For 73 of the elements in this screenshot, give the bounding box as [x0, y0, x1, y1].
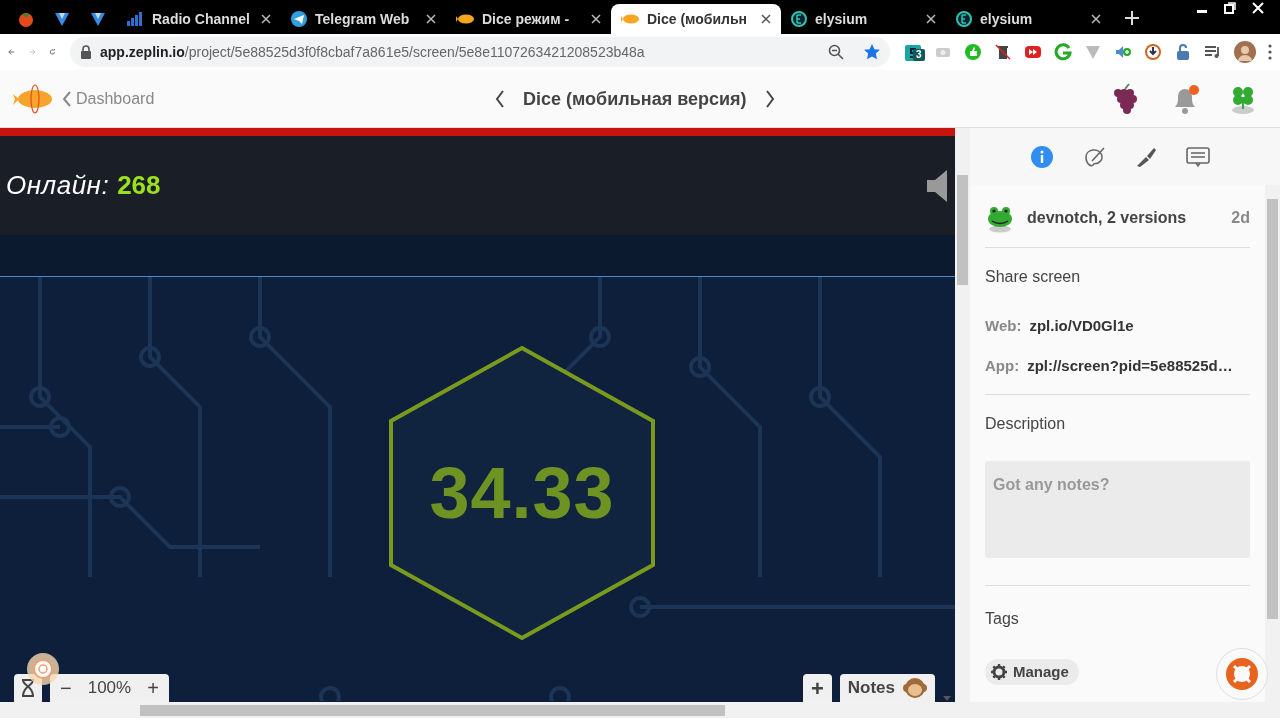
section-title: Tags: [985, 609, 1020, 629]
comment-icon: [1186, 144, 1210, 169]
more-icon[interactable]: [1268, 44, 1272, 60]
link-label: App:: [985, 355, 1020, 376]
blimp-icon: [456, 13, 474, 25]
close-icon[interactable]: [926, 14, 936, 24]
blimp-icon: [621, 13, 639, 25]
online-count: 268: [117, 169, 161, 202]
tomato-icon: [18, 11, 34, 27]
close-icon[interactable]: [591, 14, 601, 24]
browser-tab[interactable]: Dice (мобильн: [611, 4, 781, 34]
v-logo-icon: [54, 11, 70, 27]
e-circle-icon: [791, 11, 807, 27]
settings-icon: [991, 664, 1007, 680]
e-circle-icon: [956, 11, 972, 27]
zoom-out-icon[interactable]: [828, 44, 844, 60]
playlist-icon[interactable]: [1204, 43, 1222, 61]
description-field[interactable]: Got any notes?: [985, 461, 1250, 558]
g-letter-icon[interactable]: [1054, 43, 1072, 61]
url-text[interactable]: app.zeplin.io/project/5e88525d3f0f8cbaf7a861e5/screen/5e8e1107263421208523b48a: [100, 41, 645, 63]
v-logo-icon: [90, 11, 106, 27]
close-icon[interactable]: [261, 14, 271, 24]
share-link[interactable]: zpl.io/VD0Gl1e: [1029, 315, 1134, 338]
screen-title: Dice (мобильная версия): [523, 87, 747, 111]
restore-icon[interactable]: [1224, 2, 1236, 14]
next-screen-icon[interactable]: [764, 90, 775, 108]
hourglass-icon: [20, 679, 36, 697]
sidebar-scrollbar[interactable]: [1265, 185, 1280, 702]
section-title: Share screen: [985, 267, 1082, 287]
zoom-out-button[interactable]: −: [50, 678, 82, 698]
online-label: Онлайн:: [6, 169, 110, 202]
close-icon[interactable]: [426, 14, 436, 24]
link-label: Web:: [985, 316, 1022, 336]
fast-forward-icon[interactable]: [1024, 43, 1042, 61]
zoom-level: 100%: [86, 677, 133, 700]
version-age: 2d: [1231, 208, 1250, 228]
lifebuoy-icon: [1226, 658, 1258, 690]
new-tab-icon[interactable]: [1125, 11, 1139, 25]
browser-tab[interactable]: Telegram Web: [281, 4, 446, 34]
blimp-logo-icon[interactable]: [12, 82, 54, 115]
equalizer-icon: [126, 11, 144, 27]
horizontal-scrollbar[interactable]: [0, 702, 1280, 718]
add-note-button[interactable]: +: [802, 674, 832, 702]
paper-plane-icon: [291, 11, 307, 27]
close-icon[interactable]: [1091, 14, 1101, 24]
vertical-scrollbar[interactable]: [955, 128, 970, 702]
info-icon: [1030, 144, 1054, 169]
share-link[interactable]: zpl://screen?pid=5e88525d…: [1027, 354, 1233, 377]
version-author[interactable]: devnotch, 2 versions: [1027, 206, 1187, 230]
browser-tab[interactable]: elysium: [781, 4, 946, 34]
roll-value: 34.33: [429, 452, 615, 535]
pulse-dot-icon[interactable]: [26, 652, 60, 686]
star-icon[interactable]: [864, 44, 880, 60]
lock-icon: [80, 45, 92, 59]
download-icon[interactable]: [1144, 43, 1162, 61]
browser-tab[interactable]: Radio Channel: [116, 4, 281, 34]
close-icon[interactable]: [761, 14, 771, 24]
avatar-icon[interactable]: [1234, 41, 1256, 63]
thumbs-up-icon[interactable]: [964, 43, 982, 61]
chevron-left-icon: [62, 90, 72, 107]
manage-button[interactable]: Manage: [985, 659, 1079, 685]
browser-tab[interactable]: Dice режим -: [446, 4, 611, 34]
zoom-in-button[interactable]: +: [137, 678, 169, 698]
section-title: Description: [985, 414, 1067, 434]
trash-icon[interactable]: [994, 43, 1012, 61]
monkey-icon: [903, 676, 927, 700]
notes-button[interactable]: Notes: [839, 674, 935, 702]
padlock-icon[interactable]: [1174, 43, 1192, 61]
previous-screen-icon[interactable]: [495, 90, 505, 108]
extension-icon[interactable]: 3: [904, 40, 922, 64]
extension-badge: 3: [913, 49, 925, 61]
address-bar[interactable]: app.zeplin.io/project/5e88525d3f0f8cbaf7a861e5/screen/5e8e1107263421208523b48a: [70, 37, 890, 67]
browser-tab[interactable]: elysium: [946, 4, 1111, 34]
